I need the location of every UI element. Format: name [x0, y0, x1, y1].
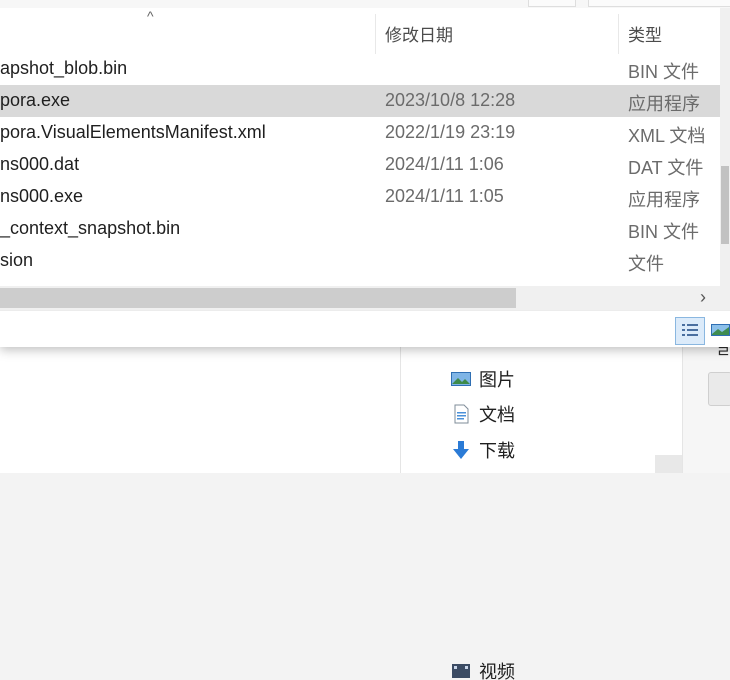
- file-row[interactable]: apshot_blob.bin BIN 文件: [0, 53, 720, 85]
- file-name: pora.exe: [0, 90, 71, 110]
- large-icons-view-button[interactable]: [710, 319, 730, 341]
- background-scrollbar[interactable]: [655, 455, 682, 473]
- file-row[interactable]: ns000.exe 2024/1/11 1:05 应用程序: [0, 181, 720, 213]
- vertical-scrollbar[interactable]: [720, 8, 730, 286]
- column-header-type[interactable]: 类型: [628, 21, 662, 46]
- top-control-right[interactable]: [588, 0, 730, 7]
- file-row[interactable]: sion 文件: [0, 245, 720, 277]
- download-arrow-icon: [451, 440, 471, 460]
- file-name: sion: [0, 250, 34, 270]
- horizontal-scrollbar[interactable]: ›: [0, 286, 730, 310]
- nav-item-downloads[interactable]: 下载: [451, 437, 515, 463]
- file-date: 2024/1/11 1:05: [385, 186, 504, 206]
- file-type: 应用程序: [628, 94, 700, 114]
- horizontal-scroll-thumb[interactable]: [0, 288, 516, 308]
- pictures-folder-icon: [451, 369, 471, 389]
- large-icons-view-icon: [711, 324, 730, 336]
- file-row[interactable]: pora.VisualElementsManifest.xml 2022/1/1…: [0, 117, 720, 149]
- window-top-strip: [0, 0, 730, 8]
- file-type: DAT 文件: [628, 158, 704, 178]
- details-view-button[interactable]: [675, 317, 705, 345]
- file-name: ns000.dat: [0, 154, 80, 174]
- file-type: XML 文档: [628, 126, 706, 146]
- video-folder-icon: [451, 662, 471, 680]
- column-header-date-modified[interactable]: 修改日期: [385, 21, 453, 46]
- file-name: pora.VisualElementsManifest.xml: [0, 122, 266, 142]
- file-date: 2023/10/8 12:28: [385, 90, 516, 110]
- nav-item-videos-label: 视频: [479, 662, 515, 680]
- file-date: 2022/1/19 23:19: [385, 122, 516, 142]
- nav-item-documents[interactable]: 文档: [451, 401, 515, 427]
- file-row-selected[interactable]: pora.exe 2023/10/8 12:28 应用程序: [0, 85, 720, 117]
- documents-folder-icon: [451, 404, 471, 424]
- nav-item-videos[interactable]: 视频: [451, 662, 515, 680]
- nav-item-pictures-label: 图片: [479, 370, 515, 390]
- column-header-row: ^ 修改日期 类型: [0, 8, 720, 54]
- file-row[interactable]: ns000.dat 2024/1/11 1:06 DAT 文件: [0, 149, 720, 181]
- details-view-icon: [682, 324, 698, 336]
- file-name: _context_snapshot.bin: [0, 218, 181, 238]
- nav-item-downloads-label: 下载: [479, 441, 515, 461]
- column-divider[interactable]: [618, 14, 619, 54]
- navigation-pane: 视频 图片 文档 下载: [400, 330, 683, 680]
- file-type: BIN 文件: [628, 222, 700, 242]
- file-type: 文件: [628, 254, 664, 274]
- file-name: ns000.exe: [0, 186, 84, 206]
- background-search-box[interactable]: [708, 372, 730, 406]
- vertical-scroll-thumb[interactable]: [721, 166, 729, 244]
- scroll-right-arrow-icon[interactable]: ›: [700, 287, 706, 308]
- sort-ascending-icon: ^: [147, 8, 154, 24]
- column-divider[interactable]: [375, 14, 376, 54]
- file-list-window: ^ 修改日期 类型 apshot_blob.bin BIN 文件 pora.ex…: [0, 0, 730, 347]
- file-date: 2024/1/11 1:06: [385, 154, 504, 174]
- top-control-left[interactable]: [528, 0, 576, 7]
- file-type: 应用程序: [628, 190, 700, 210]
- status-bar: [0, 310, 730, 347]
- file-type: BIN 文件: [628, 62, 700, 82]
- file-row[interactable]: _context_snapshot.bin BIN 文件: [0, 213, 720, 245]
- nav-item-pictures[interactable]: 图片: [451, 366, 515, 392]
- nav-item-documents-label: 文档: [479, 405, 515, 425]
- file-name: apshot_blob.bin: [0, 58, 128, 78]
